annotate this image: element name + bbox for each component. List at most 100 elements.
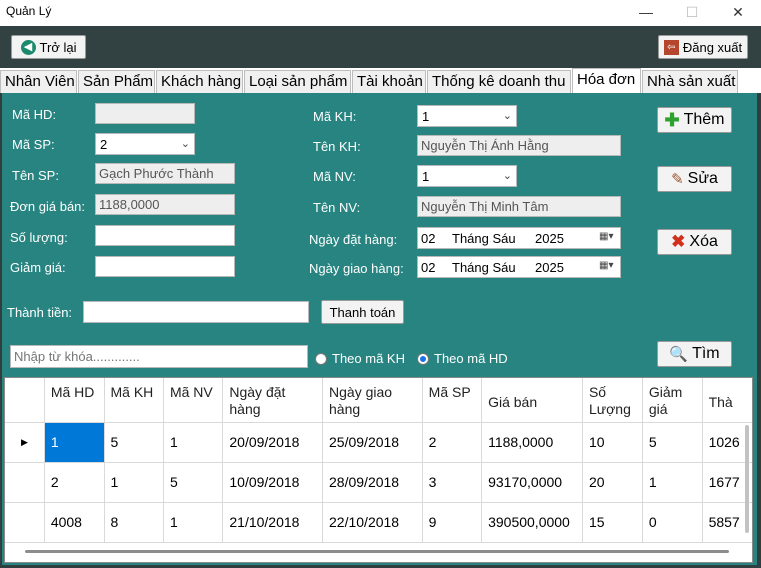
tab-tai-khoan[interactable]: Tài khoản (352, 70, 426, 93)
table-cell[interactable]: 21/10/2018 (222, 502, 324, 543)
table-cell[interactable]: 390500,0000 (481, 502, 583, 543)
thanh-tien-field[interactable] (83, 301, 309, 323)
radio-checked-icon (417, 352, 429, 365)
app-window: Quản Lý — ☐ ✕ ◀ Trở lại ⇦ Đăng xuất Nhân… (0, 0, 761, 568)
tab-nhan-vien[interactable]: Nhân Viên (0, 70, 77, 93)
delete-icon: ✖ (671, 232, 686, 251)
table-header-row: Mã HD Mã KH Mã NV Ngày đặt hàng Ngày gia… (5, 378, 752, 423)
ten-nv-field[interactable]: Nguyễn Thị Minh Tâm (417, 196, 621, 217)
table-cell[interactable]: 1188,0000 (481, 422, 583, 463)
radio-theo-ma-hd[interactable]: Theo mã HD (417, 351, 508, 366)
tab-nha-san-xuat[interactable]: Nhà sản xuất (642, 70, 738, 93)
don-gia-field[interactable]: 1188,0000 (95, 194, 235, 215)
table-cell[interactable]: 0 (642, 502, 703, 543)
ngay-giao-year: 2025 (535, 260, 564, 275)
so-luong-field[interactable] (95, 225, 235, 246)
radio-theo-ma-kh[interactable]: Theo mã KH (315, 351, 405, 366)
back-button-label: Trở lại (39, 39, 77, 55)
ten-kh-field[interactable]: Nguyễn Thị Ánh Hằng (417, 135, 621, 156)
giam-gia-field[interactable] (95, 256, 235, 277)
back-button[interactable]: ◀ Trở lại (11, 35, 86, 59)
col-ngay-dat[interactable]: Ngày đặt hàng (222, 378, 324, 423)
col-ngay-giao[interactable]: Ngày giao hàng (322, 378, 423, 423)
sua-button[interactable]: ✎ Sửa (657, 166, 732, 192)
table-cell[interactable]: 5 (163, 462, 224, 503)
table-cell[interactable]: 2 (422, 422, 483, 463)
table-cell[interactable]: 9 (422, 502, 483, 543)
thanh-toan-button[interactable]: Thanh toán (321, 300, 404, 324)
col-thanh-tien[interactable]: Thà (702, 378, 752, 423)
sua-button-label: Sửa (687, 170, 718, 187)
ma-kh-select[interactable]: 1 ⌄ (417, 105, 517, 127)
ngay-giao-picker[interactable]: 02 Tháng Sáu 2025 ▦▾ (417, 256, 621, 278)
table-cell[interactable]: 1 (44, 422, 105, 463)
col-gia-ban[interactable]: Giá bán (481, 378, 583, 423)
table-cell[interactable]: 3 (422, 462, 483, 503)
ma-hd-field[interactable] (95, 103, 195, 124)
tab-loai-san-pham[interactable]: Loại sản phẩm (244, 70, 351, 93)
ngay-dat-picker[interactable]: 02 Tháng Sáu 2025 ▦▾ (417, 227, 621, 249)
col-ma-nv[interactable]: Mã NV (163, 378, 224, 423)
table-cell[interactable]: 10 (582, 422, 643, 463)
table-cell[interactable]: 1 (163, 502, 224, 543)
table-cell[interactable]: 93170,0000 (481, 462, 583, 503)
table-cell[interactable]: 28/09/2018 (322, 462, 423, 503)
table-cell[interactable]: 4008 (44, 502, 105, 543)
table-cell[interactable]: 1 (104, 462, 164, 503)
ma-nv-select[interactable]: 1 ⌄ (417, 165, 517, 187)
logout-button-label: Đăng xuất (682, 39, 743, 55)
table-cell[interactable]: 1 (163, 422, 224, 463)
minimize-button[interactable]: — (623, 0, 669, 26)
table-cell[interactable]: 5 (104, 422, 164, 463)
tab-khach-hang[interactable]: Khách hàng (156, 70, 243, 93)
ngay-giao-month: Tháng Sáu (452, 260, 516, 275)
table-cell[interactable]: 2 (44, 462, 105, 503)
table-row[interactable]: 2 1 5 10/09/2018 28/09/2018 3 93170,0000… (5, 462, 752, 503)
vertical-scrollbar[interactable] (745, 425, 749, 533)
col-giam-gia[interactable]: Giảm giá (642, 378, 703, 423)
invoice-grid[interactable]: Mã HD Mã KH Mã NV Ngày đặt hàng Ngày gia… (4, 377, 753, 563)
col-ma-sp[interactable]: Mã SP (422, 378, 483, 423)
close-button[interactable]: ✕ (715, 0, 761, 26)
table-cell[interactable]: 25/09/2018 (322, 422, 423, 463)
ngay-giao-day: 02 (421, 260, 436, 275)
row-header (5, 502, 45, 543)
edit-icon: ✎ (671, 171, 684, 188)
ngay-giao-label: Ngày giao hàng: (309, 261, 404, 276)
table-row[interactable]: 4008 8 1 21/10/2018 22/10/2018 9 390500,… (5, 502, 752, 543)
window-title: Quản Lý (6, 4, 52, 18)
table-cell[interactable]: 8 (104, 502, 164, 543)
calendar-icon[interactable]: ▦▾ (599, 231, 617, 245)
table-row[interactable]: ▶ 1 5 1 20/09/2018 25/09/2018 2 1188,000… (5, 422, 752, 463)
calendar-icon[interactable]: ▦▾ (599, 260, 617, 274)
horizontal-scrollbar[interactable] (25, 550, 729, 553)
table-cell[interactable]: 5 (642, 422, 703, 463)
top-toolbar: ◀ Trở lại ⇦ Đăng xuất (0, 26, 761, 68)
tim-button[interactable]: 🔍 Tìm (657, 341, 732, 367)
table-cell[interactable]: 1 (642, 462, 703, 503)
xoa-button[interactable]: ✖ Xóa (657, 229, 732, 255)
table-cell[interactable]: 20 (582, 462, 643, 503)
ten-kh-label: Tên KH: (313, 139, 361, 154)
ngay-dat-month: Tháng Sáu (452, 231, 516, 246)
table-cell[interactable]: 15 (582, 502, 643, 543)
logout-button[interactable]: ⇦ Đăng xuất (658, 35, 748, 59)
ten-sp-field[interactable]: Gạch Phước Thành (95, 163, 235, 184)
ma-sp-select[interactable]: 2 ⌄ (95, 133, 195, 155)
ngay-dat-label: Ngày đặt hàng: (309, 232, 398, 247)
tab-san-pham[interactable]: Sản Phẩm (78, 70, 155, 93)
invoice-table: Mã HD Mã KH Mã NV Ngày đặt hàng Ngày gia… (5, 378, 752, 543)
them-button[interactable]: ✚ Thêm (657, 107, 732, 133)
tab-thong-ke-doanh-thu[interactable]: Thống kê doanh thu (427, 70, 571, 93)
maximize-button[interactable]: ☐ (669, 0, 715, 26)
table-cell[interactable]: 20/09/2018 (222, 422, 324, 463)
search-input[interactable] (10, 345, 308, 368)
table-cell[interactable]: 10/09/2018 (222, 462, 324, 503)
col-ma-hd[interactable]: Mã HD (44, 378, 105, 423)
xoa-button-label: Xóa (689, 233, 718, 250)
giam-gia-label: Giảm giá: (10, 260, 66, 275)
col-ma-kh[interactable]: Mã KH (104, 378, 164, 423)
table-cell[interactable]: 22/10/2018 (322, 502, 423, 543)
col-so-luong[interactable]: Số Lượng (582, 378, 643, 423)
tab-hoa-don[interactable]: Hóa đơn (572, 68, 641, 93)
